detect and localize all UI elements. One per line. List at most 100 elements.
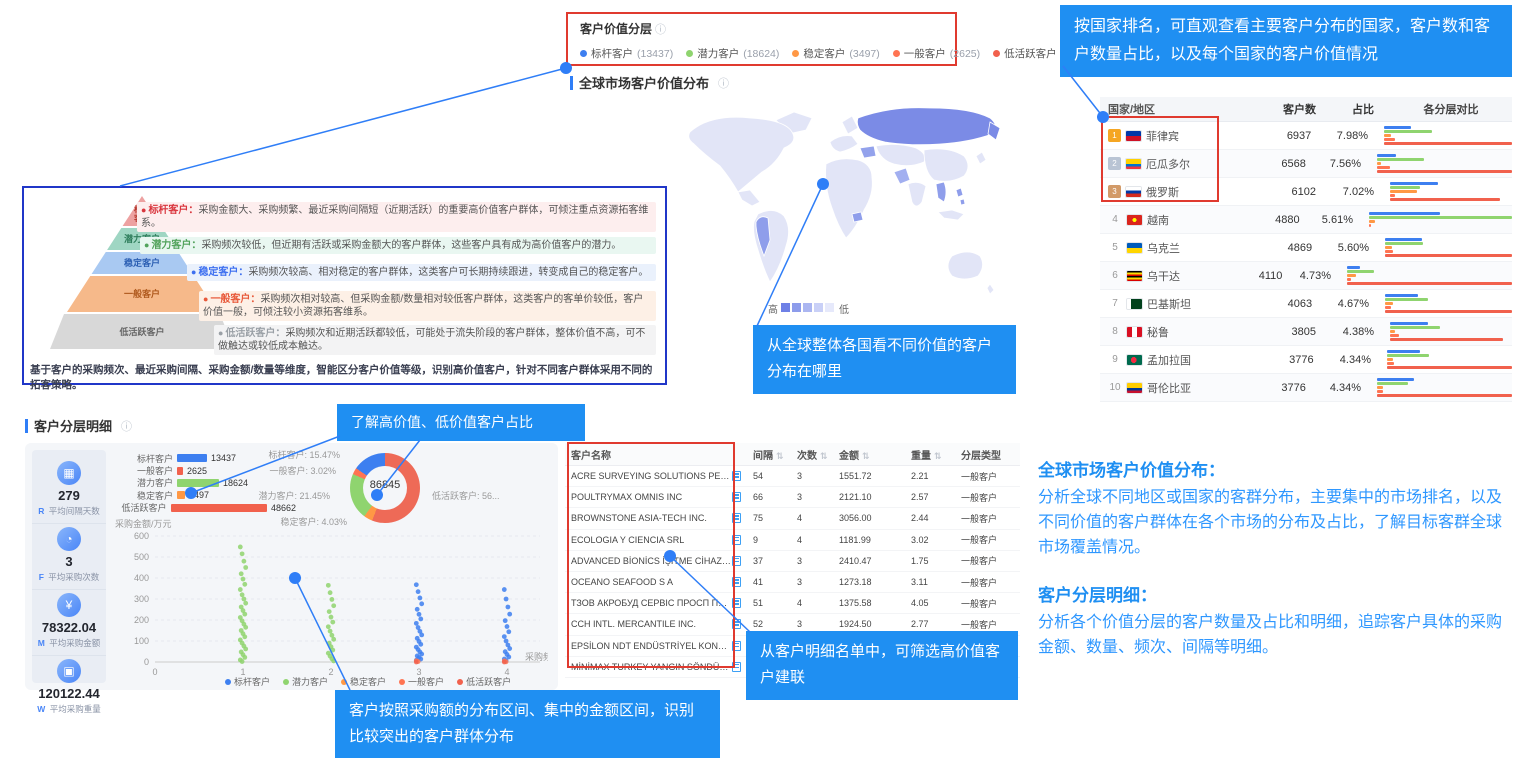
country-table-row[interactable]: 3俄罗斯61027.02% xyxy=(1100,178,1512,206)
scatter-point[interactable] xyxy=(327,609,332,614)
scatter-point[interactable] xyxy=(331,637,336,642)
info-icon[interactable]: ⓘ xyxy=(718,75,729,91)
scatter-point[interactable] xyxy=(416,589,421,594)
segment-count: (3497) xyxy=(849,48,879,60)
scatter-point[interactable] xyxy=(414,621,419,626)
customer-table-row[interactable]: OCEANO SEAFOOD S A4131273.183.11一般客户 xyxy=(565,572,1020,593)
company-icon[interactable] xyxy=(732,471,741,481)
customer-table-row[interactable]: ACRE SURVEYING SOLUTIONS PERU S A C AC54… xyxy=(565,466,1020,487)
scatter-point[interactable] xyxy=(414,660,419,665)
scatter-point[interactable] xyxy=(243,601,248,606)
scatter-point[interactable] xyxy=(330,648,335,653)
info-icon[interactable]: ⓘ xyxy=(655,24,666,36)
donut-label: 潜力客户: 21.45% xyxy=(230,489,330,502)
company-icon[interactable] xyxy=(732,556,741,566)
scatter-point[interactable] xyxy=(243,647,248,652)
scatter-point[interactable] xyxy=(502,660,507,665)
country-table-row[interactable]: 4越南48805.61% xyxy=(1100,206,1512,234)
country-table-row[interactable]: 9孟加拉国37764.34% xyxy=(1100,346,1512,374)
scatter-point[interactable] xyxy=(242,559,247,564)
scatter-point[interactable] xyxy=(504,597,509,602)
customer-table-row[interactable]: ADVANCED BİONİCS İŞİTME CİHAZLARI TİCARE… xyxy=(565,551,1020,572)
country-pct: 5.60% xyxy=(1312,242,1369,254)
scatter-point[interactable] xyxy=(241,577,246,582)
tier-bar-chart[interactable]: 标杆客户13437一般客户2625潜力客户18624稳定客户3497低活跃客户4… xyxy=(121,452,296,514)
scatter-point[interactable] xyxy=(238,587,243,592)
sort-icon[interactable]: ⇅ xyxy=(820,451,828,461)
scatter-point[interactable] xyxy=(415,607,420,612)
value-segment-legend-item[interactable]: 潜力客户(18624) xyxy=(686,46,779,61)
scatter-point[interactable] xyxy=(242,597,247,602)
country-table-row[interactable]: 10哥伦比亚37764.34% xyxy=(1100,374,1512,402)
sort-icon[interactable]: ⇅ xyxy=(934,451,942,461)
sort-icon[interactable]: ⇅ xyxy=(776,451,784,461)
scatter-legend-item[interactable]: 稳定客户 xyxy=(341,675,386,688)
scatter-point[interactable] xyxy=(419,633,424,638)
scatter-point[interactable] xyxy=(242,582,247,587)
scatter-point[interactable] xyxy=(329,615,334,620)
country-table-row[interactable]: 7巴基斯坦40634.67% xyxy=(1100,290,1512,318)
company-icon[interactable] xyxy=(732,619,741,629)
scatter-point[interactable] xyxy=(331,603,336,608)
scatter-point[interactable] xyxy=(419,601,424,606)
country-table-row[interactable]: 5乌克兰48695.60% xyxy=(1100,234,1512,262)
scatter-point[interactable] xyxy=(240,551,245,556)
scatter-point[interactable] xyxy=(503,618,508,623)
customer-table-row[interactable]: POULTRYMAX OMNIS INC6632121.102.57一般客户 xyxy=(565,487,1020,508)
scatter-point[interactable] xyxy=(330,597,335,602)
customer-table-row[interactable]: BROWNSTONE ASIA-TECH INC.7543056.002.44一… xyxy=(565,508,1020,529)
company-icon[interactable] xyxy=(732,641,741,651)
scatter-point[interactable] xyxy=(243,565,248,570)
scatter-point[interactable] xyxy=(328,590,333,595)
tier-bar-value: 18624 xyxy=(223,478,248,488)
country-table-row[interactable]: 2厄瓜多尔65687.56% xyxy=(1100,150,1512,178)
scatter-legend-item[interactable]: 一般客户 xyxy=(399,675,444,688)
scatter-point[interactable] xyxy=(326,624,331,629)
company-icon[interactable] xyxy=(732,492,741,502)
scatter-point[interactable] xyxy=(242,634,247,639)
scatter-point[interactable] xyxy=(240,659,245,664)
scatter-point[interactable] xyxy=(239,571,244,576)
scatter-point[interactable] xyxy=(242,655,247,660)
scatter-point[interactable] xyxy=(418,642,423,647)
scatter-legend-item[interactable]: 低活跃客户 xyxy=(457,675,511,688)
sort-icon[interactable]: ⇅ xyxy=(862,451,870,461)
scatter-point[interactable] xyxy=(240,592,245,597)
scatter-point[interactable] xyxy=(507,612,512,617)
mini-bar xyxy=(1377,170,1512,173)
scatter-point[interactable] xyxy=(242,612,247,617)
scatter-legend-item[interactable]: 标杆客户 xyxy=(225,675,270,688)
scatter-point[interactable] xyxy=(418,596,423,601)
customer-table-row[interactable]: ТЗОВ АКРОБУД СЕРВІС ПРОСП ПЕРЕМОГИ 91514… xyxy=(565,593,1020,614)
company-icon[interactable] xyxy=(732,598,741,608)
company-icon[interactable] xyxy=(732,535,741,545)
value-segment-legend-item[interactable]: 稳定客户(3497) xyxy=(792,46,879,61)
country-table-row[interactable]: 6乌干达41104.73% xyxy=(1100,262,1512,290)
scatter-point[interactable] xyxy=(328,629,333,634)
scatter-legend-item[interactable]: 潜力客户 xyxy=(283,675,328,688)
scatter-point[interactable] xyxy=(418,617,423,622)
company-icon[interactable] xyxy=(732,577,741,587)
company-icon[interactable] xyxy=(732,662,741,672)
scatter-point[interactable] xyxy=(502,634,507,639)
scatter-point[interactable] xyxy=(243,625,248,630)
value-segment-legend-item[interactable]: 一般客户(2625) xyxy=(893,46,980,61)
scatter-point[interactable] xyxy=(505,624,510,629)
info-icon[interactable]: ⓘ xyxy=(121,418,132,434)
scatter-point[interactable] xyxy=(331,659,336,664)
scatter-point[interactable] xyxy=(330,620,335,625)
country-table-row[interactable]: 1菲律宾69377.98% xyxy=(1100,122,1512,150)
country-table-row[interactable]: 8秘鲁38054.38% xyxy=(1100,318,1512,346)
scatter-point[interactable] xyxy=(414,582,419,587)
scatter-point[interactable] xyxy=(507,646,512,651)
scatter-point[interactable] xyxy=(326,583,331,588)
scatter-point[interactable] xyxy=(238,545,243,550)
value-segment-legend-item[interactable]: 标杆客户(13437) xyxy=(580,46,673,61)
scatter-point[interactable] xyxy=(502,587,507,592)
amount-frequency-scatter[interactable]: 600500400300200100001234采购频次 xyxy=(100,528,548,683)
scatter-point[interactable] xyxy=(506,629,511,634)
customer-table-row[interactable]: ECOLOGIA Y CIENCIA SRL941181.993.02一般客户 xyxy=(565,530,1020,551)
scatter-point[interactable] xyxy=(417,612,422,617)
company-icon[interactable] xyxy=(732,513,741,523)
scatter-point[interactable] xyxy=(506,605,511,610)
